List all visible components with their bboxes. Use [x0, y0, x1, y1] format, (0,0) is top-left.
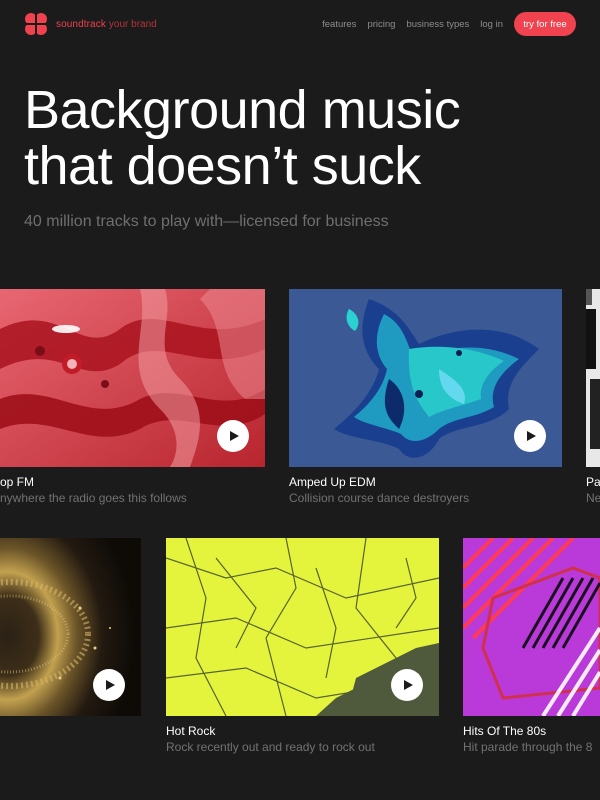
- brand-logo[interactable]: soundtrack your brand: [24, 12, 157, 36]
- brand-name: soundtrack: [56, 18, 106, 30]
- playlist-artwork[interactable]: [586, 289, 600, 467]
- hero-headline-line-2: that doesn’t suck: [24, 136, 421, 196]
- playlist-artwork[interactable]: [0, 538, 141, 716]
- play-icon: [527, 431, 536, 441]
- play-icon: [230, 431, 239, 441]
- hero-subtitle: 40 million tracks to play with—licensed …: [24, 213, 389, 230]
- playlist-card-hits-of-the-80s[interactable]: Hits Of The 80s Hit parade through the 8: [463, 538, 600, 758]
- nav-links: features pricing business types log in t…: [311, 12, 576, 36]
- noise-artwork: [586, 289, 600, 467]
- play-icon: [106, 680, 115, 690]
- playlist-card-gold[interactable]: [0, 538, 141, 758]
- nav-link-pricing[interactable]: pricing: [367, 19, 395, 30]
- playlist-card-amped-up-edm[interactable]: Amped Up EDM Collision course dance dest…: [289, 289, 562, 509]
- playlist-card-hot-rock[interactable]: Hot Rock Rock recently out and ready to …: [166, 538, 439, 758]
- playlist-description: Rock recently out and ready to rock out: [166, 740, 375, 754]
- playlist-title[interactable]: op FM: [0, 475, 34, 489]
- nav-link-business-types[interactable]: business types: [406, 19, 469, 30]
- top-nav: soundtrack your brand features pricing b…: [0, 0, 600, 48]
- playlist-artwork[interactable]: [0, 289, 265, 467]
- brand-tagline: your brand: [108, 18, 157, 30]
- playlist-title[interactable]: Hot Rock: [166, 724, 215, 738]
- playlist-card-partial[interactable]: Pa Ne: [586, 289, 600, 509]
- retro-stripes-artwork: [463, 538, 600, 716]
- playlist-description: Collision course dance destroyers: [289, 491, 470, 505]
- playlist-artwork[interactable]: [289, 289, 562, 467]
- play-icon: [404, 680, 413, 690]
- nav-link-log-in[interactable]: log in: [480, 19, 503, 30]
- play-button[interactable]: [93, 669, 125, 701]
- playlist-card-pop-fm[interactable]: op FM nywhere the radio goes this follow…: [0, 289, 265, 509]
- hero-headline: Background music that doesn’t suck: [24, 82, 584, 194]
- playlist-title[interactable]: Amped Up EDM: [289, 475, 376, 489]
- playlist-title[interactable]: Pa: [586, 475, 600, 489]
- nav-link-features[interactable]: features: [322, 19, 356, 30]
- play-button[interactable]: [217, 420, 249, 452]
- playlist-title[interactable]: Hits Of The 80s: [463, 724, 546, 738]
- soundtrack-logo-icon: [25, 13, 47, 35]
- try-for-free-button[interactable]: try for free: [514, 12, 576, 36]
- playlist-description: nywhere the radio goes this follows: [0, 491, 187, 505]
- page: soundtrack your brand features pricing b…: [0, 0, 600, 800]
- hero-headline-line-1: Background music: [24, 80, 461, 140]
- play-button[interactable]: [391, 669, 423, 701]
- playlist-artwork[interactable]: [166, 538, 439, 716]
- playlist-description: Hit parade through the 8: [463, 740, 593, 754]
- play-button[interactable]: [514, 420, 546, 452]
- playlist-description: Ne: [586, 491, 600, 505]
- playlist-artwork[interactable]: [463, 538, 600, 716]
